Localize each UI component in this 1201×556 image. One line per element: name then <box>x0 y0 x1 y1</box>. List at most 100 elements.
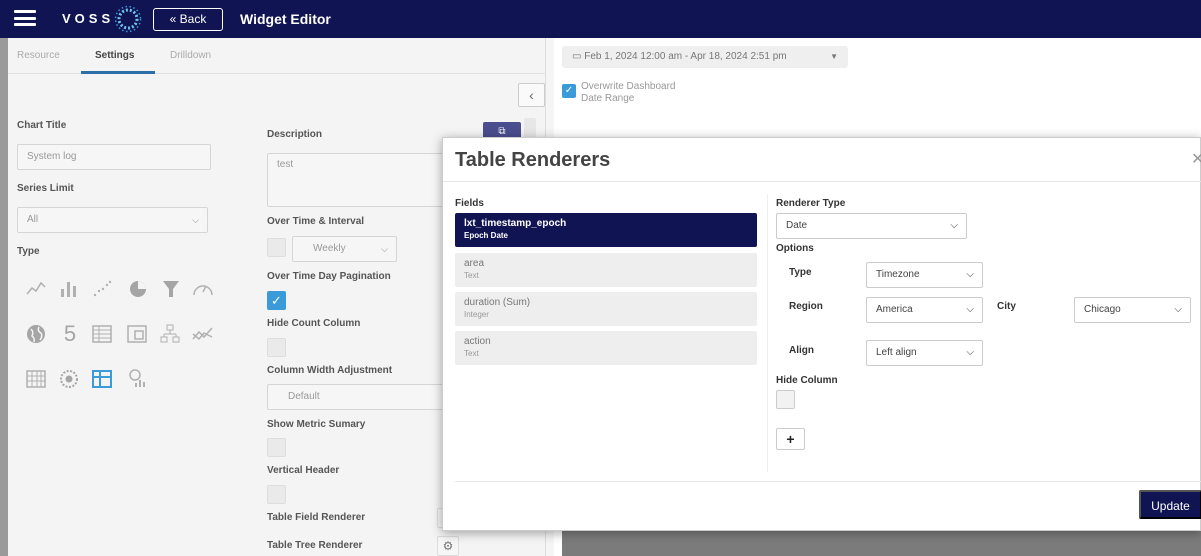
description-label: Description <box>267 129 323 140</box>
close-icon[interactable]: ✕ <box>1191 149 1201 169</box>
funnel-chart-icon[interactable] <box>159 278 183 302</box>
align-select[interactable]: Left align ⌵ <box>866 340 983 366</box>
gauge-chart-icon[interactable] <box>191 278 215 302</box>
description-textarea[interactable]: test <box>267 153 453 207</box>
back-button[interactable]: « Back <box>153 8 223 31</box>
pie-chart-icon[interactable] <box>126 278 150 302</box>
type-label: Type <box>17 246 40 257</box>
scatter-chart-icon[interactable] <box>90 278 114 302</box>
vertical-header-label: Vertical Header <box>267 465 340 476</box>
field-name: action <box>464 336 491 347</box>
metric-summary-label: Show Metric Sumary <box>267 419 366 430</box>
voss-logo-text: VOSS <box>62 11 115 26</box>
chart-title-input[interactable]: System log <box>17 144 211 170</box>
region-label: Region <box>789 301 823 312</box>
app-title: Widget Editor <box>240 11 331 27</box>
tree-icon[interactable] <box>158 323 182 347</box>
series-limit-select[interactable]: All ⌵ <box>17 207 208 233</box>
checkmark-icon: ✓ <box>564 85 574 96</box>
snowflake-icon[interactable] <box>57 368 81 392</box>
field-name: lxt_timestamp_epoch <box>464 218 567 229</box>
table-renderers-dialog: Table Renderers ✕ Fields lxt_timestamp_e… <box>442 137 1201 531</box>
trend-icon[interactable] <box>191 323 215 347</box>
field-type: Text <box>464 349 479 358</box>
series-limit-label: Series Limit <box>17 183 74 194</box>
vertical-header-checkbox[interactable] <box>267 485 286 504</box>
table-icon[interactable] <box>90 323 114 347</box>
tab-resource[interactable]: Resource <box>17 50 60 61</box>
tab-drilldown[interactable]: Drilldown <box>170 50 211 61</box>
bar-chart-icon[interactable] <box>57 278 81 302</box>
field-renderer-label: Table Field Renderer <box>267 512 366 523</box>
column-width-select[interactable]: Default <box>267 384 453 410</box>
globe-map-icon[interactable] <box>24 323 48 347</box>
line-chart-icon[interactable] <box>24 278 48 302</box>
over-time-label: Over Time & Interval <box>267 216 365 227</box>
add-renderer-button[interactable]: + <box>776 428 805 450</box>
chevron-down-icon: ⌵ <box>1174 304 1182 315</box>
number-icon[interactable]: 5 <box>58 322 82 346</box>
hamburger-menu-icon[interactable] <box>14 10 36 26</box>
field-type: Text <box>464 271 479 280</box>
date-range-value: Feb 1, 2024 12:00 am - Apr 18, 2024 2:51… <box>584 51 787 62</box>
align-value: Left align <box>876 347 917 358</box>
field-item[interactable]: duration (Sum) Integer <box>455 292 757 326</box>
pivot-table-icon[interactable] <box>90 368 114 392</box>
series-limit-value: All <box>27 214 39 225</box>
calendar-icon: ▭ <box>572 51 585 62</box>
heatmap-icon[interactable] <box>24 368 48 392</box>
type-select[interactable]: Timezone ⌵ <box>866 262 983 288</box>
chevron-left-icon: ‹ <box>529 87 534 103</box>
grid-table-icon[interactable] <box>125 323 149 347</box>
hide-column-checkbox[interactable] <box>776 390 795 409</box>
overwrite-date-checkbox[interactable]: ✓ <box>562 84 576 98</box>
tab-bar: Resource Settings Drilldown <box>8 38 546 74</box>
field-item[interactable]: action Text <box>455 331 757 365</box>
column-divider <box>767 194 768 472</box>
city-label: City <box>997 301 1016 312</box>
tree-renderer-gear-icon[interactable]: ⚙ <box>437 536 459 556</box>
city-value: Chicago <box>1084 304 1121 315</box>
update-button[interactable]: Update <box>1139 490 1201 519</box>
chevron-down-icon: ⌵ <box>381 244 388 254</box>
tab-settings[interactable]: Settings <box>95 50 134 61</box>
chevron-down-icon: ⌵ <box>966 347 974 358</box>
day-pagination-checkbox[interactable]: ✓ <box>267 291 286 310</box>
align-label: Align <box>789 345 814 356</box>
hide-count-label: Hide Count Column <box>267 318 361 329</box>
voss-logo-icon <box>114 5 142 33</box>
overwrite-date-label: Overwrite Dashboard Date Range <box>581 81 676 104</box>
bubble-chart-icon[interactable] <box>125 368 149 392</box>
field-name: area <box>464 258 485 269</box>
field-name: duration (Sum) <box>464 297 531 308</box>
checkmark-icon: ✓ <box>271 293 282 308</box>
divider <box>443 181 1201 182</box>
type-value: Timezone <box>876 269 920 280</box>
renderer-type-select[interactable]: Date ⌵ <box>776 213 967 239</box>
city-select[interactable]: Chicago ⌵ <box>1074 297 1191 323</box>
active-tab-indicator <box>81 71 155 74</box>
top-bar: VOSS « Back Widget Editor <box>0 0 1201 38</box>
interval-select[interactable]: Weekly ⌵ <box>292 236 397 262</box>
region-select[interactable]: America ⌵ <box>866 297 983 323</box>
hide-column-label: Hide Column <box>776 375 838 386</box>
options-label: Options <box>776 243 814 254</box>
renderer-type-value: Date <box>786 220 808 231</box>
day-pagination-label: Over Time Day Pagination <box>267 271 391 282</box>
field-item[interactable]: lxt_timestamp_epoch Epoch Date <box>455 213 757 247</box>
field-type: Epoch Date <box>464 231 509 240</box>
field-type: Integer <box>464 310 489 319</box>
metric-summary-checkbox[interactable] <box>267 438 286 457</box>
date-range-picker[interactable]: ▭ Feb 1, 2024 12:00 am - Apr 18, 2024 2:… <box>562 46 848 68</box>
over-time-checkbox[interactable] <box>267 238 286 257</box>
dialog-title: Table Renderers <box>455 149 611 171</box>
field-item[interactable]: area Text <box>455 253 757 287</box>
column-width-label: Column Width Adjustment <box>267 365 393 376</box>
chevron-down-icon: ⌵ <box>966 269 974 280</box>
hide-count-checkbox[interactable] <box>267 338 286 357</box>
chevron-down-icon: ⌵ <box>950 220 958 231</box>
fields-label: Fields <box>455 198 484 209</box>
chart-title-label: Chart Title <box>17 120 67 131</box>
tree-renderer-label: Table Tree Renderer <box>267 540 363 551</box>
collapse-panel-button[interactable]: ‹ <box>518 83 545 107</box>
